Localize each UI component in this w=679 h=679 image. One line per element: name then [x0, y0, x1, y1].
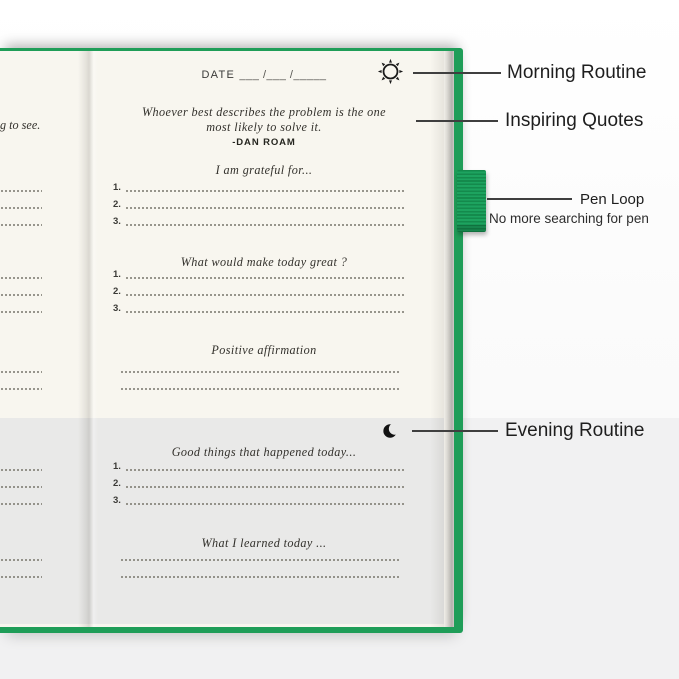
- callout-pen-loop: Pen Loop: [580, 191, 644, 208]
- line-number: 3.: [113, 217, 121, 227]
- callout-evening-routine: Evening Routine: [505, 419, 644, 442]
- journal-line-row: 1.: [113, 266, 405, 279]
- line-number: 1.: [113, 183, 121, 193]
- journal-line-row: 3.: [113, 492, 405, 505]
- dotted-line: [120, 388, 401, 390]
- sun-icon: [377, 58, 404, 85]
- quote-line-2: most likely to solve it.: [104, 120, 424, 135]
- journal-line-row: 3.: [113, 213, 405, 226]
- pen-loop: [457, 170, 486, 232]
- left-page-line: [0, 179, 42, 192]
- callout-pen-loop-subtitle: No more searching for pen: [489, 211, 649, 227]
- line-number: 3.: [113, 304, 121, 314]
- journal-line-row: 1.: [113, 179, 405, 192]
- left-page-line: [0, 300, 42, 313]
- left-page-line: [0, 283, 42, 296]
- callout-line-pen-loop: [487, 198, 572, 200]
- dotted-line: [0, 294, 42, 296]
- dotted-line: [125, 311, 405, 313]
- left-page-line: [0, 266, 42, 279]
- journal-line-row: 2.: [113, 196, 405, 209]
- left-page-line: [0, 213, 42, 226]
- dotted-line: [0, 559, 42, 561]
- left-page-line: [0, 475, 42, 488]
- date-blanks: ___ /___ /_____: [240, 69, 327, 81]
- journal-line-row: 2.: [113, 475, 405, 488]
- journal-line-row: 3.: [113, 300, 405, 313]
- journal-line-row: [120, 377, 401, 390]
- date-field: DATE ___ /___ /_____: [104, 69, 424, 81]
- journal-line-row: [120, 360, 401, 373]
- dotted-line: [0, 277, 42, 279]
- left-page-line: [0, 492, 42, 505]
- journal-content: g to see. DATE ___ /___ /_____: [0, 0, 679, 679]
- moon-icon: [382, 422, 400, 440]
- callout-line-morning: [413, 72, 501, 74]
- dotted-line: [125, 190, 405, 192]
- dotted-line: [0, 371, 42, 373]
- left-page-line: [0, 196, 42, 209]
- line-number: 1.: [113, 270, 121, 280]
- callout-line-evening: [412, 430, 498, 432]
- line-number: 2.: [113, 200, 121, 210]
- dotted-line: [0, 486, 42, 488]
- product-image: g to see. DATE ___ /___ /_____: [0, 0, 679, 679]
- dotted-line: [125, 207, 405, 209]
- callout-line-quotes: [416, 120, 498, 122]
- dotted-line: [0, 469, 42, 471]
- left-page-line: [0, 565, 42, 578]
- dotted-line: [125, 224, 405, 226]
- dotted-line: [120, 371, 401, 373]
- journal-line-row: 1.: [113, 458, 405, 471]
- line-number: 3.: [113, 496, 121, 506]
- journal-line-row: [120, 565, 401, 578]
- left-page-line: [0, 360, 42, 373]
- line-number: 2.: [113, 287, 121, 297]
- left-page-line: [0, 458, 42, 471]
- left-page-line: [0, 548, 42, 561]
- dotted-line: [0, 576, 42, 578]
- line-number: 1.: [113, 462, 121, 472]
- journal-line-row: [120, 548, 401, 561]
- left-page-quote-fragment: g to see.: [0, 118, 44, 133]
- quote-line-1: Whoever best describes the problem is th…: [104, 105, 424, 120]
- callout-morning-routine: Morning Routine: [507, 61, 646, 84]
- prompt-affirmation: Positive affirmation: [104, 343, 424, 358]
- prompt-grateful: I am grateful for...: [104, 163, 424, 178]
- dotted-line: [0, 224, 42, 226]
- dotted-line: [125, 469, 405, 471]
- dotted-line: [125, 294, 405, 296]
- quote-attribution: -DAN ROAM: [104, 137, 424, 148]
- date-label: DATE: [201, 69, 235, 81]
- line-number: 2.: [113, 479, 121, 489]
- dotted-line: [0, 388, 42, 390]
- dotted-line: [0, 190, 42, 192]
- dotted-line: [0, 207, 42, 209]
- dotted-line: [125, 503, 405, 505]
- dotted-line: [125, 486, 405, 488]
- left-page-line: [0, 377, 42, 390]
- dotted-line: [0, 311, 42, 313]
- dotted-line: [120, 576, 401, 578]
- dotted-line: [0, 503, 42, 505]
- dotted-line: [120, 559, 401, 561]
- callout-inspiring-quotes: Inspiring Quotes: [505, 109, 643, 132]
- journal-line-row: 2.: [113, 283, 405, 296]
- dotted-line: [125, 277, 405, 279]
